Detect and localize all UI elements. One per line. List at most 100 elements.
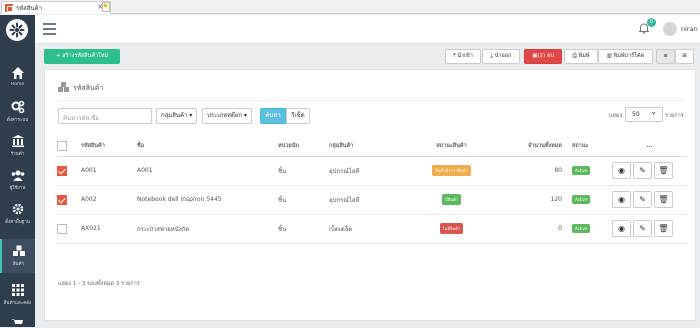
- home-icon: [11, 67, 24, 79]
- app-logo[interactable]: [6, 19, 28, 41]
- sidebar-item-inventory[interactable]: สินค้าและคลัง: [0, 278, 35, 312]
- sidebar-item-label: สินค้า: [12, 262, 25, 267]
- cart-icon[interactable]: [11, 318, 24, 326]
- product-code[interactable]: A001: [81, 156, 137, 186]
- table-row[interactable]: A001 A001 ชิ้น อุปกรณ์ไอที สินค้าต่ำกว่าขั้น…: [57, 156, 687, 186]
- grid-view-icon: ⊞: [682, 53, 687, 59]
- sidebar-item-label: ผู้ใช้งาน: [9, 186, 26, 191]
- stock-type-dropdown[interactable]: ประเภทสต๊อก ▾: [202, 108, 252, 124]
- search-input[interactable]: ค้นหารหัส,ชื่อ: [58, 108, 152, 124]
- product-group-dropdown[interactable]: กลุ่มสินค้า ▾: [156, 108, 198, 124]
- reset-button[interactable]: รีเซ็ต: [286, 108, 310, 124]
- stock-status-badge: ไม่มีสินค้า: [439, 223, 464, 234]
- column-header[interactable]: จำนวนทั้งหมด: [499, 136, 572, 157]
- sidebar-item-label: Home: [10, 82, 25, 87]
- sidebar-item-home[interactable]: Home: [0, 61, 35, 95]
- trash-icon: 🗑: [658, 195, 669, 204]
- delete-button[interactable]: 🗑: [654, 191, 673, 208]
- stock-status-cell: ไม่มีสินค้า: [404, 214, 499, 244]
- main-content: + สร้างรหัสสินค้าใหม่ ⤒ นำเข้า ⤓ นำออก ▣…: [35, 44, 700, 327]
- printer-icon: ⎙: [572, 53, 577, 59]
- grid-icon: [11, 284, 24, 296]
- trash-icon: 🗑: [658, 166, 669, 175]
- column-header: ...: [612, 136, 687, 157]
- page-size-select[interactable]: 50: [625, 105, 663, 122]
- table-row[interactable]: AX021 กระเป๋าสพายหนังกัด ชิ้น เบ็ดเตล็ด ไม่ม…: [57, 214, 687, 244]
- sidebar-item-label: ตั้งค่าพื้นฐาน: [5, 220, 30, 225]
- product-group: เบ็ดเตล็ด: [329, 214, 404, 244]
- gear-icon: [12, 203, 23, 215]
- product-code[interactable]: A002: [81, 185, 137, 215]
- status-badge: Active: [572, 224, 591, 233]
- row-checkbox[interactable]: [57, 223, 67, 234]
- sidebar-item-products[interactable]: สินค้า: [0, 239, 35, 273]
- notification-badge: 0: [647, 18, 656, 27]
- column-header[interactable]: กลุ่มสินค้า: [329, 136, 404, 157]
- bank-icon: [11, 135, 24, 147]
- trash-icon: 🗑: [658, 224, 669, 233]
- stock-status-badge: มีสินค้า: [442, 194, 461, 205]
- product-code[interactable]: AX021: [81, 214, 137, 244]
- pencil-icon: ✎: [639, 195, 646, 204]
- top-header: 0 niran: [35, 15, 700, 44]
- delete-button[interactable]: 🗑: [654, 220, 673, 237]
- grid-view-button[interactable]: ⊞: [675, 49, 694, 64]
- sidebar-item-label: สินค้าและคลัง: [3, 301, 32, 306]
- stock-status-badge: สินค้าต่ำกว่าขั้นต่ำ: [432, 165, 471, 176]
- delete-button[interactable]: 🗑: [654, 162, 673, 179]
- table-header-row: รหัสสินค้า ชื่อ หน่วยนับ กลุ่มสินค้า สถา…: [57, 136, 687, 157]
- sidebar-item-store[interactable]: ร้านค้า: [0, 129, 35, 163]
- print-button[interactable]: ⎙ พิมพ์: [564, 49, 598, 64]
- list-view-button[interactable]: ≡: [656, 49, 675, 64]
- column-header[interactable]: ชื่อ: [137, 136, 278, 157]
- page-size-label: แสดง: [609, 113, 623, 119]
- print-barcode-button[interactable]: ▥ พิมพ์บาร์โค้ด: [598, 49, 653, 64]
- column-header[interactable]: รหัสสินค้า: [81, 136, 137, 157]
- column-header[interactable]: หน่วยนับ: [278, 136, 329, 157]
- edit-button[interactable]: ✎: [633, 220, 652, 237]
- product-group: อุปกรณ์ไอที: [329, 185, 404, 215]
- view-button[interactable]: ◉: [612, 220, 631, 237]
- product-name[interactable]: A001: [137, 156, 278, 186]
- username[interactable]: niran: [681, 25, 698, 33]
- browser-tab[interactable]: รหัสสินค้า ×: [1, 1, 111, 14]
- delete-selected-button[interactable]: ▣(2) ลบ: [524, 49, 562, 64]
- create-product-button[interactable]: + สร้างรหัสสินค้าใหม่: [44, 49, 120, 64]
- menu-toggle-icon[interactable]: [43, 23, 56, 35]
- column-header[interactable]: สถานะ: [572, 136, 612, 157]
- view-button[interactable]: ◉: [612, 191, 631, 208]
- product-unit: ชิ้น: [278, 185, 329, 215]
- avatar[interactable]: [663, 22, 677, 36]
- product-name[interactable]: กระเป๋าสพายหนังกัด: [137, 214, 278, 244]
- sidebar-item-settings[interactable]: ตั้งค่าระบบ: [0, 95, 35, 129]
- row-checkbox[interactable]: [57, 194, 67, 205]
- list-icon: ≡: [663, 53, 668, 59]
- edit-button[interactable]: ✎: [633, 191, 652, 208]
- row-checkbox[interactable]: [57, 165, 67, 176]
- product-unit: ชิ้น: [278, 214, 329, 244]
- stock-status-cell: สินค้าต่ำกว่าขั้นต่ำ: [404, 156, 499, 186]
- products-table: รหัสสินค้า ชื่อ หน่วยนับ กลุ่มสินค้า สถา…: [57, 136, 687, 244]
- product-qty: 80: [499, 156, 572, 186]
- upload-icon: ⤒: [453, 53, 456, 59]
- product-name[interactable]: Notebook dell inspiron 5445: [137, 185, 278, 215]
- barcode-icon: ▥: [606, 53, 612, 59]
- sidebar-item-users[interactable]: ผู้ใช้งาน: [0, 163, 35, 197]
- select-all-checkbox[interactable]: [57, 140, 67, 151]
- row-select-cell: [57, 214, 81, 244]
- row-actions: ◉ ✎ 🗑: [612, 214, 687, 244]
- sidebar-item-basic-settings[interactable]: ตั้งค่าพื้นฐาน: [0, 197, 35, 231]
- row-actions: ◉ ✎ 🗑: [612, 156, 687, 186]
- edit-button[interactable]: ✎: [633, 162, 652, 179]
- view-button[interactable]: ◉: [612, 162, 631, 179]
- export-button[interactable]: ⤓ นำออก: [482, 49, 520, 64]
- new-tab-icon[interactable]: [102, 2, 110, 12]
- row-actions: ◉ ✎ 🗑: [612, 185, 687, 215]
- browser-tab-strip: รหัสสินค้า ×: [0, 0, 700, 14]
- table-row[interactable]: A002 Notebook dell inspiron 5445 ชิ้น อุปกร…: [57, 185, 687, 215]
- pencil-icon: ✎: [639, 166, 646, 175]
- row-select-cell: [57, 185, 81, 215]
- column-header[interactable]: สถานะสินค้า: [404, 136, 499, 157]
- import-button[interactable]: ⤒ นำเข้า: [445, 49, 481, 64]
- search-button[interactable]: ค้นหา: [260, 108, 286, 124]
